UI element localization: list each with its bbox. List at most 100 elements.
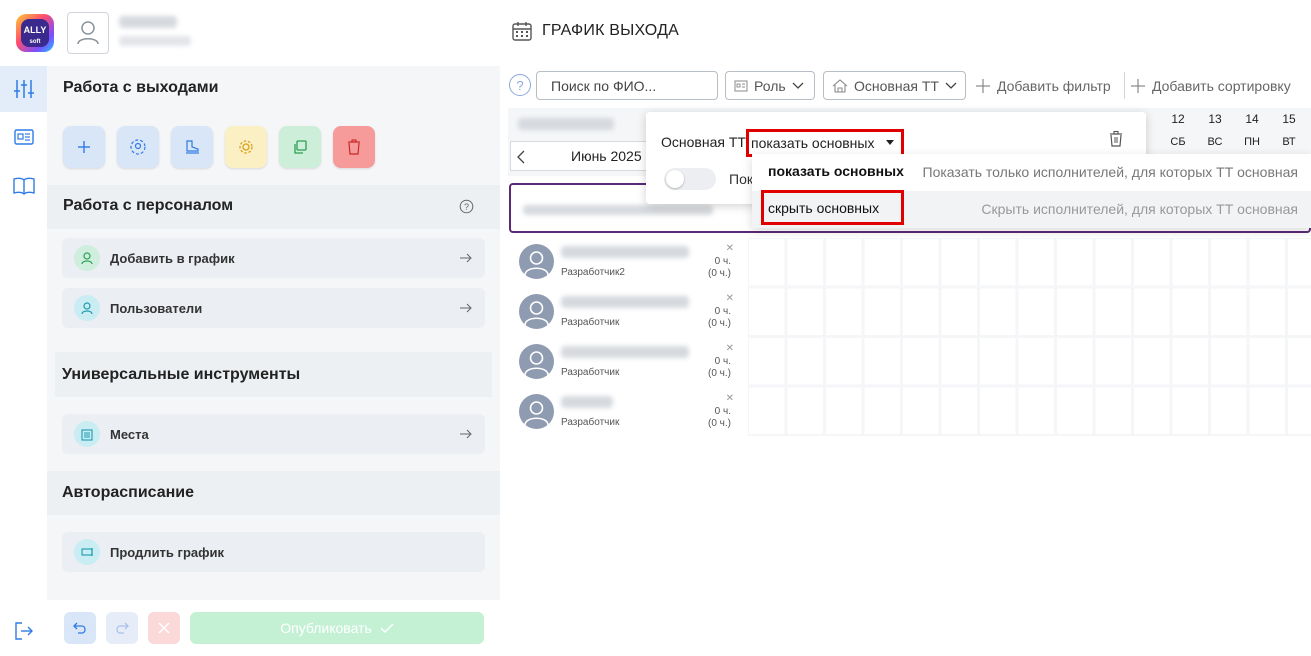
schedule-cell[interactable]: [1172, 239, 1209, 286]
schedule-cell[interactable]: [826, 239, 862, 286]
remove-icon[interactable]: ✕: [726, 243, 734, 254]
rail-id-card[interactable]: [0, 114, 47, 160]
rail-book[interactable]: [0, 163, 47, 209]
schedule-cell[interactable]: [1057, 338, 1093, 385]
schedule-cell[interactable]: [1018, 288, 1055, 336]
menu-extend-schedule[interactable]: Продлить график: [62, 532, 485, 572]
schedule-cell[interactable]: [749, 387, 785, 435]
main-tt-filter-button[interactable]: Основная ТТ: [823, 71, 966, 100]
schedule-cell[interactable]: [1134, 288, 1170, 336]
schedule-cell[interactable]: [1172, 387, 1209, 435]
menu-users[interactable]: Пользователи: [62, 288, 485, 328]
copy-tool-button[interactable]: [279, 126, 321, 168]
schedule-grid[interactable]: [748, 238, 1311, 436]
add-filter-button[interactable]: Добавить фильтр: [975, 71, 1111, 100]
schedule-cell[interactable]: [941, 239, 978, 286]
schedule-cell[interactable]: [1018, 338, 1055, 385]
remove-icon[interactable]: ✕: [726, 293, 734, 304]
schedule-cell[interactable]: [1288, 387, 1311, 435]
menu-add-to-schedule[interactable]: Добавить в график: [62, 238, 485, 278]
help-icon[interactable]: ?: [459, 199, 474, 214]
schedule-cell[interactable]: [864, 338, 901, 385]
schedule-cell[interactable]: [787, 387, 824, 435]
dropdown-option-show[interactable]: показать основных Показать только исполн…: [752, 154, 1311, 191]
schedule-cell[interactable]: [980, 387, 1016, 435]
schedule-cell[interactable]: [1018, 239, 1055, 286]
schedule-cell[interactable]: [903, 387, 939, 435]
schedule-cell[interactable]: [1249, 387, 1286, 435]
undo-button[interactable]: [64, 612, 96, 644]
schedule-cell[interactable]: [1095, 338, 1132, 385]
redo-button[interactable]: [106, 612, 138, 644]
schedule-cell[interactable]: [1095, 288, 1132, 336]
schedule-cell[interactable]: [1057, 387, 1093, 435]
employee-row[interactable]: Разработчик ✕ 0 ч. (0 ч.): [509, 288, 739, 335]
user-avatar[interactable]: [67, 12, 109, 54]
filter-select[interactable]: показать основных: [746, 129, 904, 157]
schedule-cell[interactable]: [980, 338, 1016, 385]
search-input[interactable]: [536, 71, 718, 100]
assign-users-button[interactable]: [117, 126, 159, 168]
schedule-cell[interactable]: [787, 288, 824, 336]
chevron-left-icon[interactable]: [516, 150, 526, 164]
schedule-cell[interactable]: [826, 338, 862, 385]
schedule-cell[interactable]: [1172, 288, 1209, 336]
add-sort-button[interactable]: Добавить сортировку: [1130, 71, 1291, 100]
schedule-cell[interactable]: [864, 288, 901, 336]
schedule-cell[interactable]: [826, 387, 862, 435]
schedule-cell[interactable]: [980, 239, 1016, 286]
schedule-cell[interactable]: [903, 239, 939, 286]
schedule-cell[interactable]: [1211, 288, 1247, 336]
schedule-cell[interactable]: [864, 387, 901, 435]
schedule-cell[interactable]: [1134, 387, 1170, 435]
schedule-cell[interactable]: [941, 338, 978, 385]
schedule-cell[interactable]: [1057, 239, 1093, 286]
schedule-cell[interactable]: [1134, 239, 1170, 286]
schedule-cell[interactable]: [1288, 239, 1311, 286]
discard-button[interactable]: [148, 612, 180, 644]
employee-row[interactable]: Разработчик ✕ 0 ч. (0 ч.): [509, 338, 739, 385]
schedule-cell[interactable]: [1288, 338, 1311, 385]
schedule-cell[interactable]: [941, 288, 978, 336]
schedule-cell[interactable]: [787, 338, 824, 385]
schedule-cell[interactable]: [1288, 288, 1311, 336]
schedule-cell[interactable]: [749, 239, 785, 286]
schedule-cell[interactable]: [826, 288, 862, 336]
add-output-button[interactable]: [63, 126, 105, 168]
boot-tool-button[interactable]: [171, 126, 213, 168]
schedule-cell[interactable]: [1249, 338, 1286, 385]
role-filter-button[interactable]: Роль: [725, 71, 815, 100]
schedule-cell[interactable]: [1211, 239, 1247, 286]
schedule-cell[interactable]: [1211, 387, 1247, 435]
schedule-cell[interactable]: [1211, 338, 1247, 385]
schedule-cell[interactable]: [980, 288, 1016, 336]
remove-icon[interactable]: ✕: [726, 343, 734, 354]
delete-tool-button[interactable]: [333, 126, 375, 168]
employee-row[interactable]: Разработчик2 ✕ 0 ч. (0 ч.): [509, 238, 739, 285]
employee-row[interactable]: Разработчик ✕ 0 ч. (0 ч.): [509, 388, 739, 435]
schedule-cell[interactable]: [1134, 338, 1170, 385]
menu-places[interactable]: Места: [62, 414, 485, 454]
schedule-cell[interactable]: [1249, 288, 1286, 336]
trash-icon[interactable]: [1108, 130, 1124, 148]
settings-tool-button[interactable]: [225, 126, 267, 168]
schedule-cell[interactable]: [1249, 239, 1286, 286]
schedule-cell[interactable]: [749, 338, 785, 385]
schedule-cell[interactable]: [1095, 239, 1132, 286]
schedule-cell[interactable]: [903, 338, 939, 385]
schedule-cell[interactable]: [941, 387, 978, 435]
schedule-cell[interactable]: [1057, 288, 1093, 336]
schedule-cell[interactable]: [1095, 387, 1132, 435]
publish-button[interactable]: Опубликовать: [190, 612, 484, 644]
schedule-cell[interactable]: [787, 239, 824, 286]
schedule-cell[interactable]: [864, 239, 901, 286]
toggle-switch[interactable]: [664, 168, 716, 190]
schedule-cell[interactable]: [1172, 338, 1209, 385]
rail-logout[interactable]: [0, 608, 47, 654]
rail-schedule-settings[interactable]: [0, 66, 47, 112]
help-button[interactable]: ?: [509, 74, 531, 96]
schedule-cell[interactable]: [749, 288, 785, 336]
schedule-cell[interactable]: [903, 288, 939, 336]
remove-icon[interactable]: ✕: [726, 393, 734, 404]
schedule-cell[interactable]: [1018, 387, 1055, 435]
